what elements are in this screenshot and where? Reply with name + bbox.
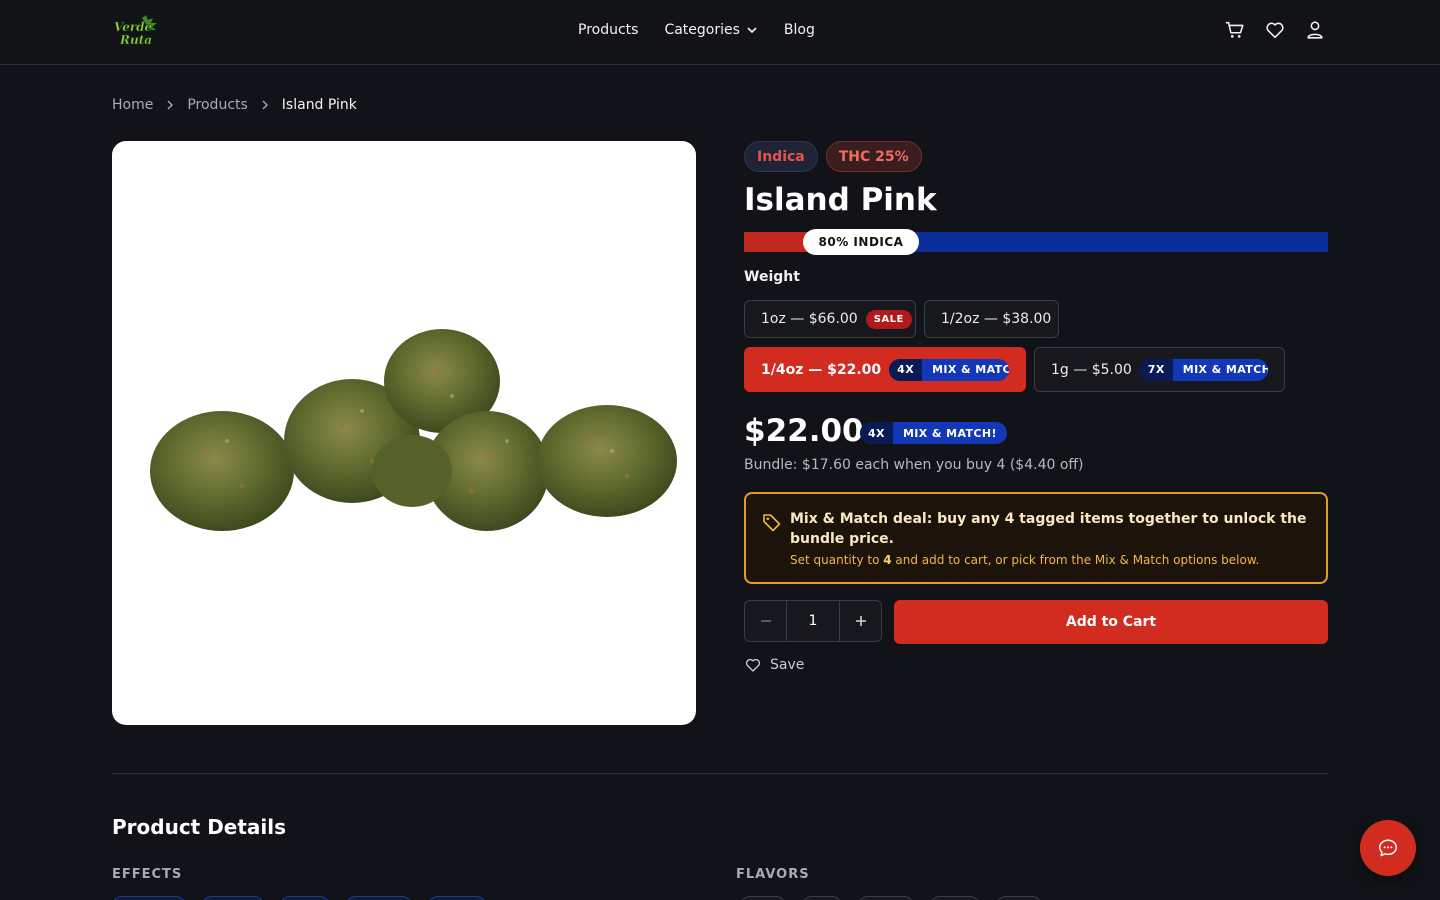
product-details-heading: Product Details (112, 815, 287, 839)
quantity-stepper: 1 (744, 600, 882, 642)
chevron-down-icon (747, 27, 757, 34)
flavor-chip[interactable] (740, 896, 786, 900)
chevron-right-icon (167, 100, 174, 110)
cannabis-buds-image (150, 329, 677, 531)
weight-label: Weight (744, 269, 800, 285)
breadcrumb-home[interactable]: Home (112, 97, 153, 113)
quantity-input[interactable]: 1 (786, 601, 840, 641)
chat-bubble-icon (1379, 839, 1397, 857)
header-actions (1224, 18, 1326, 42)
effect-chip[interactable] (280, 896, 330, 900)
tag-icon (763, 514, 781, 532)
flavor-chip[interactable] (930, 896, 980, 900)
increase-quantity-button[interactable] (840, 601, 881, 641)
top-nav-bar: Verde Ruta Products Categories Blog (0, 0, 1440, 65)
chat-button[interactable] (1360, 820, 1416, 876)
mix-match-badge: 4X MIX & MATCH! (860, 422, 1007, 444)
save-label: Save (770, 657, 805, 673)
effect-chip[interactable] (202, 896, 264, 900)
flavor-chip[interactable] (858, 896, 914, 900)
add-to-cart-button[interactable]: Add to Cart (894, 600, 1328, 644)
product-price: $22.00 (744, 413, 864, 449)
strain-type-badge: Indica (744, 141, 818, 172)
cart-icon[interactable] (1224, 18, 1246, 42)
mix-match-count: 4X (889, 358, 923, 381)
weight-option-label: 1/4oz — $22.00 (761, 361, 882, 378)
weight-option-label: 1oz — $66.00 (761, 311, 858, 327)
nav-blog-label: Blog (783, 22, 815, 38)
user-icon[interactable] (1304, 18, 1326, 42)
ratio-label: 80% INDICA (803, 229, 919, 255)
nav-categories-label: Categories (664, 22, 740, 38)
heart-icon (745, 658, 761, 672)
price-mix-match-badge: 4X MIX & MATCH! (860, 422, 1007, 444)
weight-option-quarter-oz[interactable]: 1/4oz — $22.00 4X MIX & MATCH! (744, 347, 1026, 392)
save-button[interactable]: Save (744, 656, 804, 674)
weight-option-1g[interactable]: 1g — $5.00 7X MIX & MATCH! (1034, 347, 1285, 392)
svg-text:Ruta: Ruta (119, 33, 152, 47)
nav-blog[interactable]: Blog (784, 22, 815, 38)
effect-chip[interactable] (112, 896, 186, 900)
weight-option-half-oz[interactable]: 1/2oz — $38.00 (924, 300, 1059, 338)
mix-match-badge: 7X MIX & MATCH! (1139, 358, 1268, 381)
section-divider (112, 773, 1328, 774)
main-nav: Products Categories Blog (578, 22, 815, 38)
logo[interactable]: Verde Ruta (112, 14, 162, 48)
effects-label: EFFECTS (112, 867, 183, 882)
flavors-chips (740, 896, 1042, 900)
plus-icon (855, 616, 866, 626)
nav-products-label: Products (578, 22, 639, 38)
breadcrumb-products[interactable]: Products (187, 97, 247, 113)
weight-option-label: 1g — $5.00 (1051, 361, 1132, 378)
weight-option-label: 1/2oz — $38.00 (941, 311, 1052, 327)
product-image (112, 141, 696, 725)
product-title: Island Pink (744, 182, 937, 218)
mix-match-text: MIX & MATCH! (1182, 363, 1268, 376)
svg-text:Verde: Verde (114, 20, 153, 34)
sale-badge: SALE (865, 309, 912, 329)
deal-quantity: 4 (883, 553, 892, 567)
decrease-quantity-button[interactable] (745, 601, 786, 641)
deal-instructions: Set quantity to 4 and add to cart, or pi… (790, 553, 1259, 567)
mix-match-deal-banner: Mix & Match deal: buy any 4 tagged items… (744, 492, 1328, 584)
product-badges: Indica THC 25% (744, 141, 922, 172)
flavor-chip[interactable] (802, 896, 842, 900)
chevron-right-icon (262, 100, 268, 110)
heart-icon[interactable] (1264, 18, 1286, 42)
deal-instructions-before: Set quantity to (790, 553, 884, 567)
breadcrumb-current: Island Pink (281, 97, 357, 113)
mix-match-count: 4X (860, 422, 893, 444)
breadcrumb: Home Products Island Pink (112, 97, 357, 113)
mix-match-count: 7X (1139, 358, 1173, 381)
mix-match-text: MIX & MATCH! (902, 426, 997, 440)
nav-products[interactable]: Products (578, 22, 638, 38)
mix-match-badge: 4X MIX & MATCH! (889, 358, 1009, 381)
effects-chips (112, 896, 486, 900)
nav-categories[interactable]: Categories (664, 22, 757, 38)
flavor-chip[interactable] (996, 896, 1042, 900)
deal-title: Mix & Match deal: buy any 4 tagged items… (790, 511, 1307, 547)
flavors-label: FLAVORS (736, 867, 810, 882)
thc-badge: THC 25% (825, 141, 922, 172)
effect-chip[interactable] (346, 896, 412, 900)
deal-instructions-after: and add to cart, or pick from the Mix & … (891, 553, 1260, 567)
bundle-price-note: Bundle: $17.60 each when you buy 4 ($4.4… (744, 457, 1084, 473)
mix-match-text: MIX & MATCH! (932, 363, 1009, 376)
effect-chip[interactable] (428, 896, 486, 900)
minus-icon (760, 620, 771, 622)
weight-option-1oz[interactable]: 1oz — $66.00 SALE (744, 300, 916, 338)
